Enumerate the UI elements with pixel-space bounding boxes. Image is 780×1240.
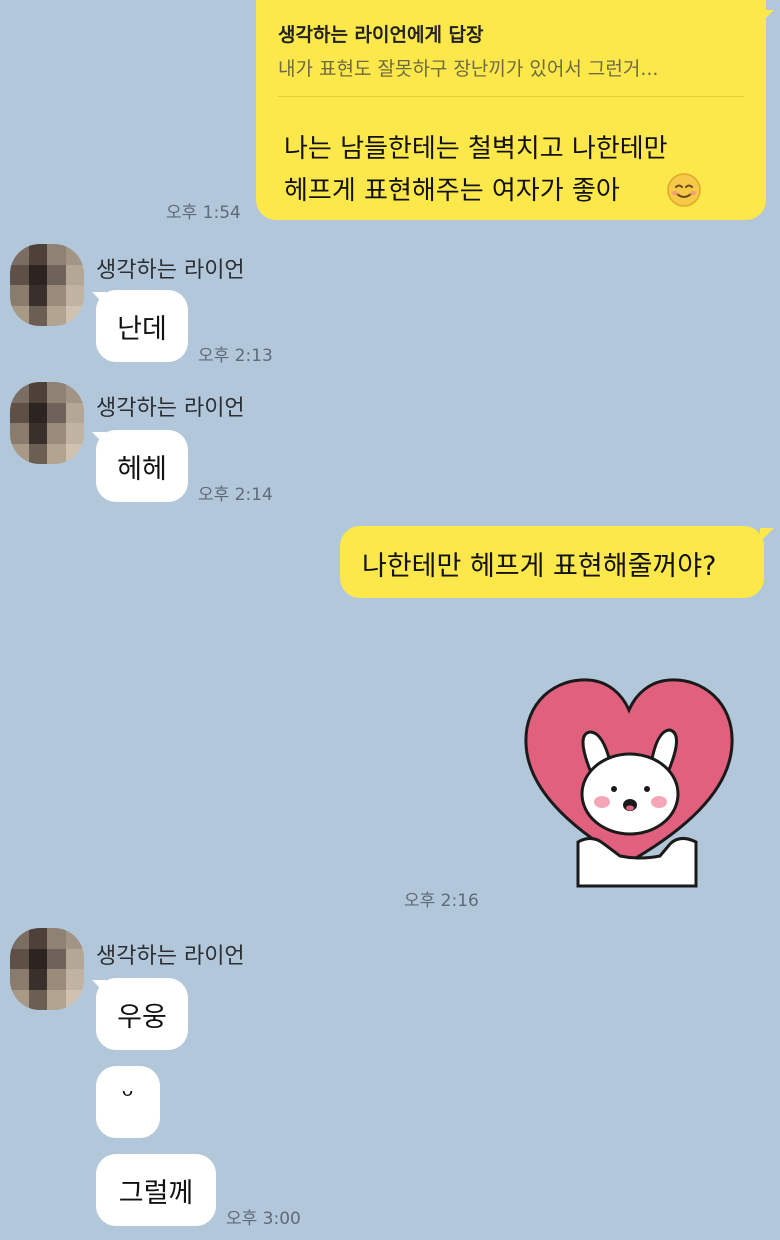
reply-message-line1: 나는 남들한테는 철벽치고 나한테만 [284, 134, 668, 164]
sender-name: 생각하는 라이언 [96, 396, 245, 421]
avatar[interactable] [10, 382, 84, 464]
smiling-face-emoji-icon [666, 172, 702, 208]
timestamp: 오후 2:13 [198, 346, 273, 366]
timestamp: 오후 2:16 [404, 891, 479, 911]
incoming-message-bubble[interactable]: 우웅 [96, 978, 188, 1050]
message-text: 나한테만 헤프게 표현해줄꺼야? [362, 551, 717, 582]
avatar[interactable] [10, 244, 84, 326]
outgoing-message-bubble[interactable]: 나한테만 헤프게 표현해줄꺼야? [340, 526, 764, 598]
quoted-message: 내가 표현도 잘못하구 장난끼가 있어서 그런거... [278, 58, 659, 80]
bubble-tail [760, 528, 774, 542]
heart-bunny-sticker-icon[interactable] [520, 674, 738, 890]
message-text: ᵕ [121, 1078, 135, 1114]
timestamp: 오후 2:14 [198, 485, 273, 505]
bubble-tail [760, 10, 774, 24]
timestamp: 오후 1:54 [166, 203, 241, 223]
reply-to-label: 생각하는 라이언에게 답장 [278, 24, 484, 46]
incoming-message-bubble[interactable]: 난데 [96, 290, 188, 362]
incoming-message-bubble[interactable]: 그럴께 [96, 1154, 216, 1226]
avatar[interactable] [10, 928, 84, 1010]
sender-name: 생각하는 라이언 [96, 944, 245, 969]
reply-message-line2: 헤프게 표현해주는 여자가 좋아 [284, 176, 620, 206]
incoming-message-bubble[interactable]: 헤헤 [96, 430, 188, 502]
incoming-message-bubble[interactable]: ᵕ [96, 1066, 160, 1138]
sender-name: 생각하는 라이언 [96, 258, 245, 283]
reply-divider [278, 96, 744, 97]
timestamp: 오후 3:00 [226, 1209, 301, 1229]
